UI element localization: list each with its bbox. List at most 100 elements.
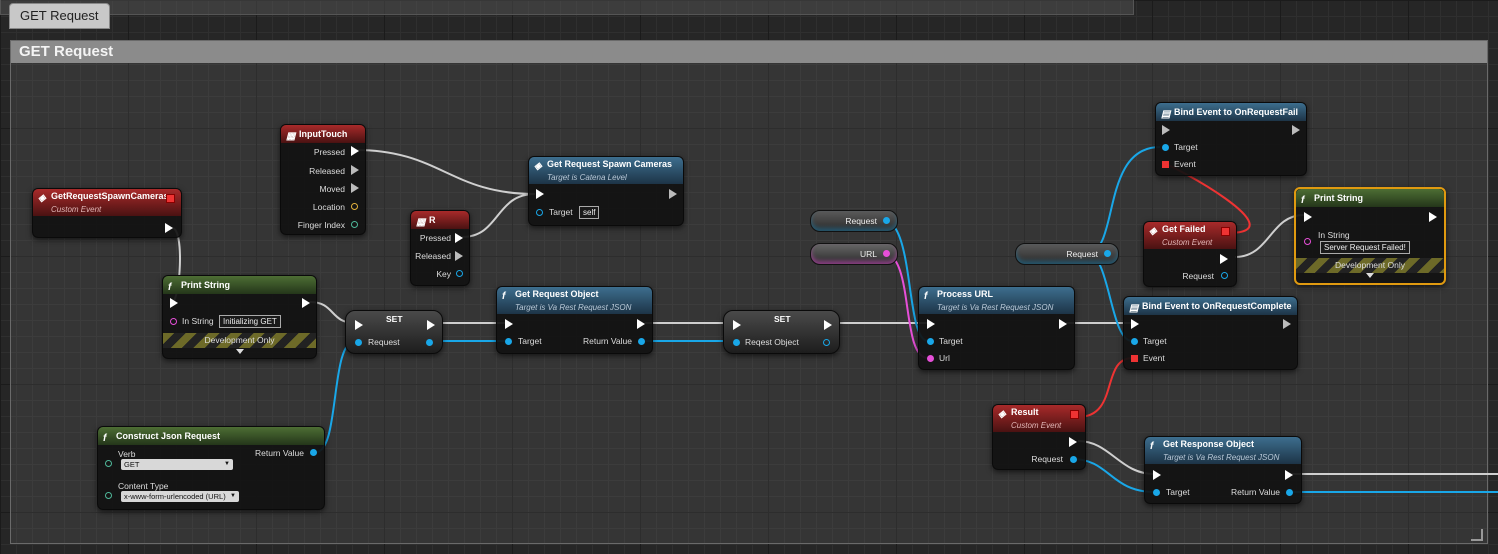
pin-key-label: Key — [436, 269, 451, 279]
node-bind-event-on-request-complete[interactable]: ▤ Bind Event to OnRequestComplete Target… — [1123, 296, 1298, 370]
exec-out-pin[interactable] — [637, 319, 645, 329]
exec-out-pin[interactable] — [302, 298, 310, 308]
exec-released-pin[interactable] — [455, 251, 463, 261]
exec-in-pin[interactable] — [733, 320, 741, 330]
return-value-pin[interactable] — [310, 449, 317, 456]
var-request-getter-2[interactable]: Request — [1015, 243, 1119, 265]
exec-out-pin[interactable] — [1292, 125, 1300, 135]
event-pin[interactable] — [1131, 355, 1138, 362]
node-get-request-object-1[interactable]: f Get Request Object Target is Va Rest R… — [496, 286, 653, 354]
node-print-string-1[interactable]: f Print String In String Initializing GE… — [162, 275, 317, 359]
delegate-pin[interactable] — [1070, 410, 1079, 419]
target-pin[interactable] — [536, 209, 543, 216]
target-label: Target — [1174, 142, 1198, 152]
request-out-pin[interactable] — [883, 217, 890, 224]
node-result-event[interactable]: ◈ Result Custom Event Request — [992, 404, 1086, 470]
node-process-url[interactable]: f Process URL Target is Va Rest Request … — [918, 286, 1075, 370]
location-pin[interactable] — [351, 203, 358, 210]
request-in-pin[interactable] — [355, 339, 362, 346]
request-out-pin[interactable] — [1070, 456, 1077, 463]
node-title: Result — [1011, 407, 1039, 417]
request-object-out-pin[interactable] — [823, 339, 830, 346]
exec-in-pin[interactable] — [1153, 470, 1161, 480]
exec-out-pin[interactable] — [1429, 212, 1437, 222]
target-pin[interactable] — [505, 338, 512, 345]
node-get-request-spawn-cameras-event[interactable]: ◈ GetRequestSpawnCameras Custom Event — [32, 188, 182, 238]
return-value-pin[interactable] — [638, 338, 645, 345]
exec-in-pin[interactable] — [1131, 319, 1139, 329]
exec-in-pin[interactable] — [355, 320, 363, 330]
node-title: InputTouch — [299, 129, 348, 139]
exec-out-pin[interactable] — [165, 223, 173, 233]
in-string-field[interactable]: Server Request Failed! — [1320, 241, 1410, 254]
keyboard-icon: ▦ — [416, 217, 426, 228]
url-out-pin[interactable] — [883, 250, 890, 257]
verb-dropdown[interactable]: GET — [121, 459, 233, 470]
in-string-pin[interactable] — [170, 318, 177, 325]
function-icon: f — [1150, 441, 1154, 452]
node-get-failed-event[interactable]: ◈ Get Failed Custom Event Request — [1143, 221, 1237, 287]
exec-in-pin[interactable] — [536, 189, 544, 199]
exec-pressed-pin[interactable] — [351, 146, 359, 156]
in-string-pin[interactable] — [1304, 238, 1311, 245]
in-string-field[interactable]: Initializing GET — [219, 315, 281, 328]
var-label: URL — [859, 249, 877, 259]
request-out-pin[interactable] — [426, 339, 433, 346]
pin-released-label: Released — [415, 251, 451, 261]
target-pin[interactable] — [1153, 489, 1160, 496]
delegate-pin[interactable] — [1221, 227, 1230, 236]
var-url-getter[interactable]: URL — [810, 243, 898, 265]
verb-pin[interactable] — [105, 460, 112, 467]
exec-in-pin[interactable] — [1304, 212, 1312, 222]
exec-out-pin[interactable] — [1220, 254, 1228, 264]
return-value-pin[interactable] — [1286, 489, 1293, 496]
exec-out-pin[interactable] — [427, 320, 435, 330]
node-title: Get Request Spawn Cameras — [547, 159, 673, 169]
exec-in-pin[interactable] — [1162, 125, 1170, 135]
node-input-touch[interactable]: ▦ InputTouch Pressed Released Moved Loca… — [280, 124, 366, 235]
exec-wire — [355, 149, 536, 195]
url-pin[interactable] — [927, 355, 934, 362]
exec-in-pin[interactable] — [927, 319, 935, 329]
request-out-pin[interactable] — [1221, 272, 1228, 279]
exec-out-pin[interactable] — [1283, 319, 1291, 329]
target-self-field[interactable]: self — [579, 206, 600, 219]
node-set-request-object[interactable]: SET Reqest Object — [723, 310, 840, 354]
exec-pressed-pin[interactable] — [455, 233, 463, 243]
exec-out-pin[interactable] — [1069, 437, 1077, 447]
exec-out-pin[interactable] — [669, 189, 677, 199]
exec-in-pin[interactable] — [505, 319, 513, 329]
target-pin[interactable] — [1162, 144, 1169, 151]
node-construct-json-request[interactable]: f Construct Json Request Verb GET Return… — [97, 426, 325, 510]
exec-out-pin[interactable] — [1285, 470, 1293, 480]
exec-out-pin[interactable] — [824, 320, 832, 330]
node-r-key[interactable]: ▦ R Pressed Released Key — [410, 210, 470, 286]
in-string-label: In String — [1318, 230, 1350, 240]
node-get-response-object[interactable]: f Get Response Object Target is Va Rest … — [1144, 436, 1302, 504]
node-print-string-2[interactable]: f Print String In String Server Request … — [1294, 187, 1446, 285]
content-type-dropdown[interactable]: x-www-form-urlencoded (URL) — [121, 491, 239, 502]
target-pin[interactable] — [1131, 338, 1138, 345]
exec-moved-pin[interactable] — [351, 183, 359, 193]
key-pin[interactable] — [456, 270, 463, 277]
exec-out-pin[interactable] — [1059, 319, 1067, 329]
request-object-in-pin[interactable] — [733, 339, 740, 346]
exec-in-pin[interactable] — [170, 298, 178, 308]
node-bind-event-on-request-fail[interactable]: ▤ Bind Event to OnRequestFail Target Eve… — [1155, 102, 1307, 176]
node-set-request[interactable]: SET Request — [345, 310, 443, 354]
target-pin[interactable] — [927, 338, 934, 345]
expand-caret-icon[interactable] — [235, 349, 244, 354]
event-label: Event — [1143, 353, 1165, 363]
var-request-getter-1[interactable]: Request — [810, 210, 898, 232]
expand-caret-icon[interactable] — [1366, 273, 1374, 278]
node-get-request-spawn-cameras-call[interactable]: ◈ Get Request Spawn Cameras Target is Ca… — [528, 156, 684, 226]
node-title: SET — [386, 314, 403, 324]
event-pin[interactable] — [1162, 161, 1169, 168]
delegate-pin[interactable] — [166, 194, 175, 203]
request-out-pin[interactable] — [1104, 250, 1111, 257]
event-diamond-icon: ◈ — [1149, 226, 1157, 237]
finger-index-pin[interactable] — [351, 221, 358, 228]
function-icon: f — [168, 282, 172, 293]
content-type-pin[interactable] — [105, 492, 112, 499]
exec-released-pin[interactable] — [351, 165, 359, 175]
